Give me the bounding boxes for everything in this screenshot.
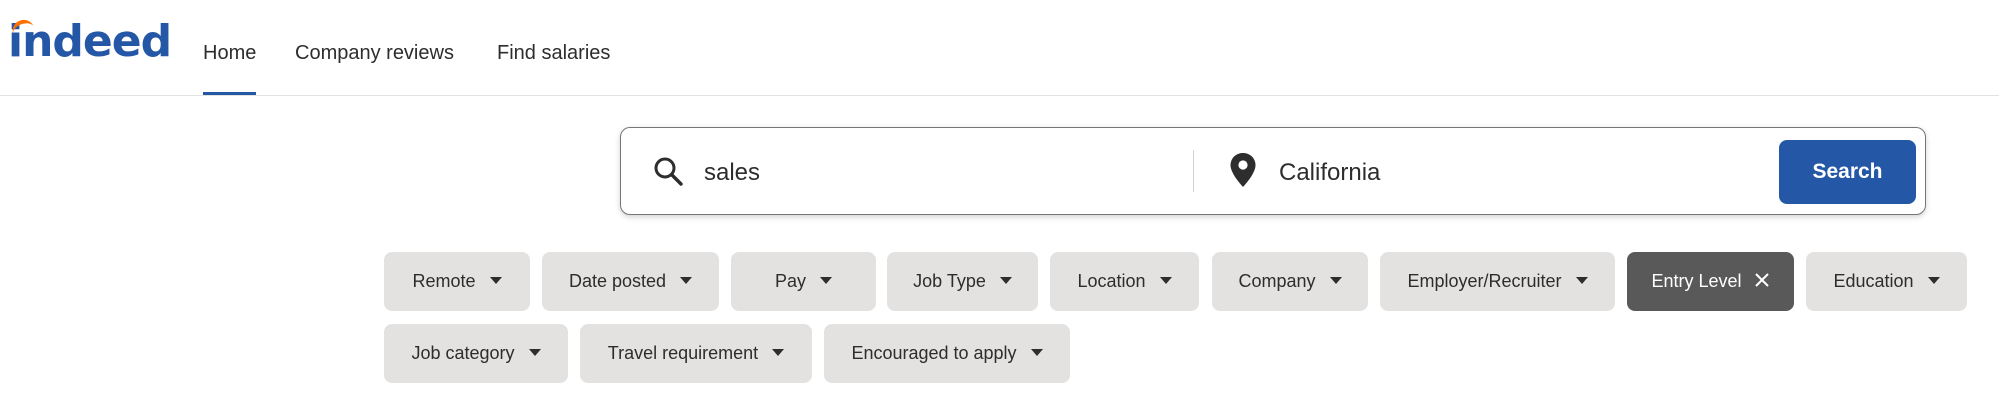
filter-travel-requirement[interactable]: Travel requirement [580,324,812,383]
filter-pay[interactable]: Pay [731,252,876,311]
filter-remote[interactable]: Remote [384,252,530,311]
filter-label: Education [1833,271,1914,291]
caret-down-icon [1159,276,1172,284]
search-divider [1193,150,1194,192]
filter-label: Employer/Recruiter [1407,271,1562,291]
filter-employer-recruiter[interactable]: Employer/Recruiter [1380,252,1615,311]
indeed-logo[interactable]: indeed [8,12,172,72]
filter-job-type[interactable]: Job Type [887,252,1038,311]
caret-down-icon [772,348,785,356]
filter-label: Entry Level [1651,271,1742,291]
search-button[interactable]: Search [1779,140,1916,204]
caret-down-icon [489,276,502,284]
filter-label: Date posted [568,271,667,291]
nav-find-salaries[interactable]: Find salaries [497,0,610,95]
filter-label: Encouraged to apply [851,343,1017,363]
caret-down-icon [1575,276,1588,284]
caret-down-icon [680,276,693,284]
filter-job-category[interactable]: Job category [384,324,568,383]
top-header: indeed Home Company reviews Find salarie… [0,0,1999,96]
filter-date-posted[interactable]: Date posted [542,252,719,311]
filter-company[interactable]: Company [1212,252,1368,311]
filter-label: Remote [412,271,476,291]
caret-down-icon [528,348,541,356]
filter-entry-level[interactable]: Entry Level [1627,252,1794,311]
search-icon [654,157,683,186]
what-input[interactable] [702,150,1206,196]
caret-down-icon [1927,276,1940,284]
filter-label: Job category [411,343,515,363]
close-icon[interactable] [1754,272,1770,288]
caret-down-icon [820,276,833,284]
search-bar: Search [620,127,1926,215]
filter-location[interactable]: Location [1050,252,1199,311]
filter-label: Travel requirement [607,343,759,363]
filter-label: Job Type [913,271,986,291]
nav-company-reviews[interactable]: Company reviews [295,0,454,95]
nav-home[interactable]: Home [203,0,257,95]
location-pin-icon [1230,153,1256,187]
caret-down-icon [1030,348,1043,356]
filter-encouraged-to-apply[interactable]: Encouraged to apply [824,324,1070,383]
filter-label: Location [1077,271,1146,291]
filter-label: Pay [774,271,807,291]
caret-down-icon [999,276,1012,284]
caret-down-icon [1329,276,1342,284]
filter-education[interactable]: Education [1806,252,1967,311]
filter-label: Company [1238,271,1316,291]
where-input[interactable] [1277,150,1761,196]
